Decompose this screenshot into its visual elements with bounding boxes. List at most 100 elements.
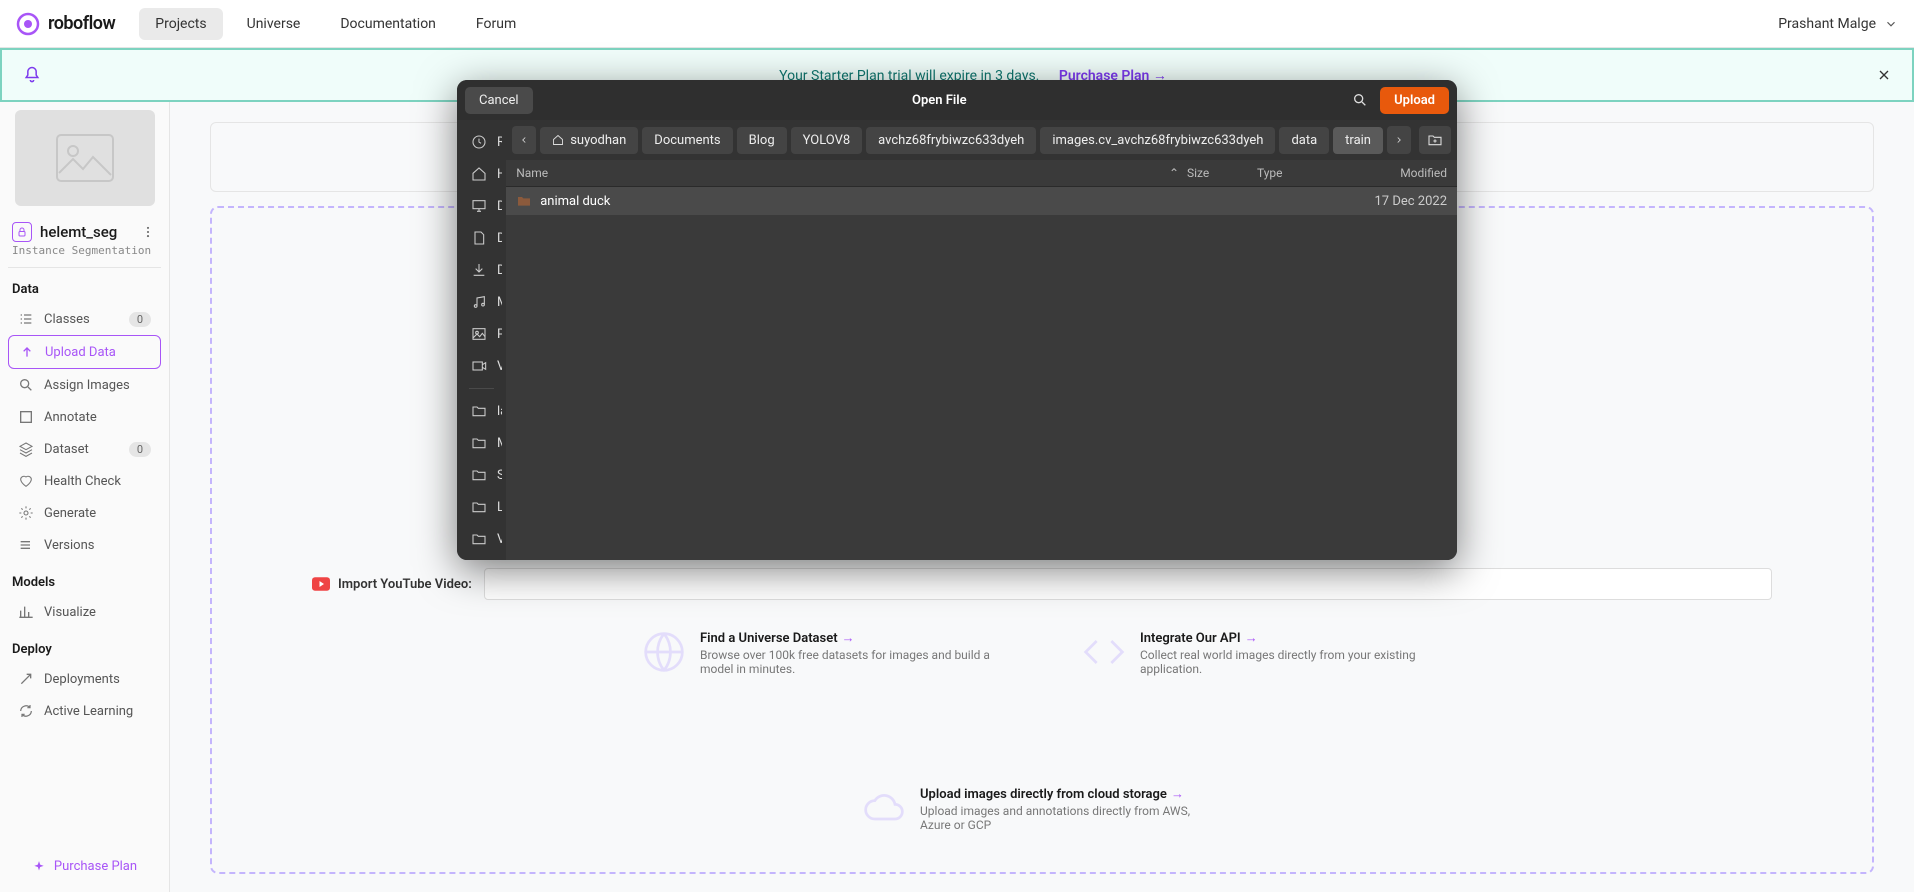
- col-size[interactable]: Size: [1187, 166, 1257, 180]
- dataset-count: 0: [129, 442, 151, 457]
- youtube-url-input[interactable]: [484, 568, 1772, 600]
- breadcrumb-forward[interactable]: [1387, 126, 1411, 154]
- dialog-search-button[interactable]: [1346, 86, 1374, 114]
- crumb-hash1[interactable]: avchz68frybiwzc633dyeh: [866, 127, 1036, 154]
- home-icon: [552, 134, 564, 146]
- new-folder-button[interactable]: [1419, 126, 1451, 154]
- crumb-yolov8[interactable]: YOLOV8: [791, 127, 863, 154]
- place-datascience[interactable]: Data Science …: [461, 555, 502, 560]
- sidebar-item-dataset[interactable]: Dataset 0: [8, 433, 161, 465]
- place-volume[interactable]: Volume: [461, 523, 502, 555]
- tile-integrate-api[interactable]: Integrate Our API→ Collect real world im…: [1082, 630, 1442, 676]
- project-type: Instance Segmentation: [8, 244, 161, 268]
- place-home[interactable]: Home: [461, 158, 502, 190]
- sidebar-item-label: Active Learning: [44, 704, 133, 719]
- download-icon: [471, 262, 487, 278]
- dialog-main: suyodhan Documents Blog YOLOV8 avchz68fr…: [506, 120, 1457, 560]
- lock-icon: [16, 226, 28, 238]
- place-lecture[interactable]: Lecture 03: In…: [461, 491, 502, 523]
- place-downloads[interactable]: Downloads: [461, 254, 502, 286]
- place-screenshots[interactable]: Screenshots: [461, 459, 502, 491]
- place-recent[interactable]: Recent: [461, 126, 502, 158]
- file-name: animal duck: [540, 194, 1187, 209]
- place-music[interactable]: Music: [461, 286, 502, 318]
- tile-cloud-storage[interactable]: Upload images directly from cloud storag…: [862, 786, 1222, 832]
- col-modified[interactable]: Modified: [1337, 166, 1447, 180]
- new-folder-icon: [1427, 132, 1443, 148]
- col-type[interactable]: Type: [1257, 166, 1337, 180]
- youtube-import-label: Import YouTube Video:: [312, 577, 472, 592]
- nav-documentation[interactable]: Documentation: [324, 8, 452, 40]
- sidebar-item-label: Dataset: [44, 442, 89, 457]
- roboflow-logo-icon: [16, 12, 40, 36]
- cancel-button[interactable]: Cancel: [465, 87, 533, 114]
- nav-projects[interactable]: Projects: [139, 8, 222, 40]
- document-icon: [471, 230, 487, 246]
- crumb-train[interactable]: train: [1333, 127, 1383, 154]
- deploy-icon: [18, 671, 34, 687]
- purchase-plan-button[interactable]: Purchase Plan: [8, 849, 161, 884]
- sidebar-item-label: Assign Images: [44, 378, 130, 393]
- classes-count: 0: [129, 312, 151, 327]
- sidebar-item-upload-data[interactable]: Upload Data: [8, 335, 161, 369]
- folder-icon: [471, 403, 487, 419]
- sidebar-item-versions[interactable]: Versions: [8, 529, 161, 561]
- nav-links: Projects Universe Documentation Forum: [139, 8, 532, 40]
- project-header: helemt_seg: [8, 218, 161, 244]
- project-thumbnail[interactable]: [15, 110, 155, 206]
- desktop-icon: [471, 198, 487, 214]
- arrow-right-icon: →: [842, 630, 855, 646]
- sort-caret-icon[interactable]: ⌃: [1169, 166, 1179, 180]
- picture-icon: [471, 326, 487, 342]
- folder-icon: [516, 193, 532, 209]
- tile-find-universe-dataset[interactable]: Find a Universe Dataset→ Browse over 100…: [642, 630, 1002, 676]
- purchase-plan-label: Purchase Plan: [54, 859, 137, 874]
- file-row[interactable]: animal duck 17 Dec 2022: [506, 187, 1457, 215]
- open-file-dialog: Cancel Open File Upload Recent Home Desk…: [457, 80, 1457, 560]
- place-pictures[interactable]: Pictures: [461, 318, 502, 350]
- crumb-data[interactable]: data: [1279, 127, 1329, 154]
- sidebar-item-visualize[interactable]: Visualize: [8, 596, 161, 628]
- crumb-hash2[interactable]: images.cv_avchz68frybiwzc633dyeh: [1040, 127, 1275, 154]
- folder-icon: [471, 467, 487, 483]
- sidebar-item-health-check[interactable]: Health Check: [8, 465, 161, 497]
- file-list-header: Name ⌃ Size Type Modified: [506, 160, 1457, 187]
- upload-button[interactable]: Upload: [1380, 87, 1449, 114]
- place-movies[interactable]: Movies: [461, 427, 502, 459]
- place-label[interactable]: label: [461, 395, 502, 427]
- sidebar-item-assign-images[interactable]: Assign Images: [8, 369, 161, 401]
- breadcrumb-back[interactable]: [512, 126, 536, 154]
- place-videos[interactable]: Videos: [461, 350, 502, 382]
- place-documents[interactable]: Documents: [461, 222, 502, 254]
- sidebar-item-generate[interactable]: Generate: [8, 497, 161, 529]
- sidebar-item-annotate[interactable]: Annotate: [8, 401, 161, 433]
- bell-icon: [22, 65, 42, 85]
- crumb-documents[interactable]: Documents: [642, 127, 732, 154]
- folder-icon: [471, 499, 487, 515]
- brand-logo[interactable]: roboflow: [16, 12, 115, 36]
- refresh-icon: [18, 703, 34, 719]
- music-icon: [471, 294, 487, 310]
- more-vertical-icon: [141, 225, 155, 239]
- nav-forum[interactable]: Forum: [460, 8, 532, 40]
- arrow-right-icon: →: [1245, 630, 1258, 646]
- section-data: Data: [8, 268, 161, 303]
- folder-icon: [471, 531, 487, 547]
- nav-universe[interactable]: Universe: [231, 8, 317, 40]
- sidebar-item-classes[interactable]: Classes 0: [8, 303, 161, 335]
- sidebar-item-active-learning[interactable]: Active Learning: [8, 695, 161, 727]
- crumb-home[interactable]: suyodhan: [540, 127, 638, 154]
- place-desktop[interactable]: Desktop: [461, 190, 502, 222]
- breadcrumb-row: suyodhan Documents Blog YOLOV8 avchz68fr…: [506, 120, 1457, 160]
- image-placeholder-icon: [55, 133, 115, 183]
- col-name[interactable]: Name: [516, 166, 548, 180]
- sidebar-item-deployments[interactable]: Deployments: [8, 663, 161, 695]
- user-menu[interactable]: Prashant Malge: [1778, 16, 1898, 32]
- brand-name: roboflow: [48, 13, 115, 34]
- places-sidebar: Recent Home Desktop Documents Downloads …: [457, 120, 506, 560]
- project-menu-button[interactable]: [139, 223, 157, 241]
- search-icon: [18, 377, 34, 393]
- sidebar-item-label: Visualize: [44, 605, 96, 620]
- crumb-blog[interactable]: Blog: [737, 127, 787, 154]
- close-icon[interactable]: [1876, 67, 1892, 83]
